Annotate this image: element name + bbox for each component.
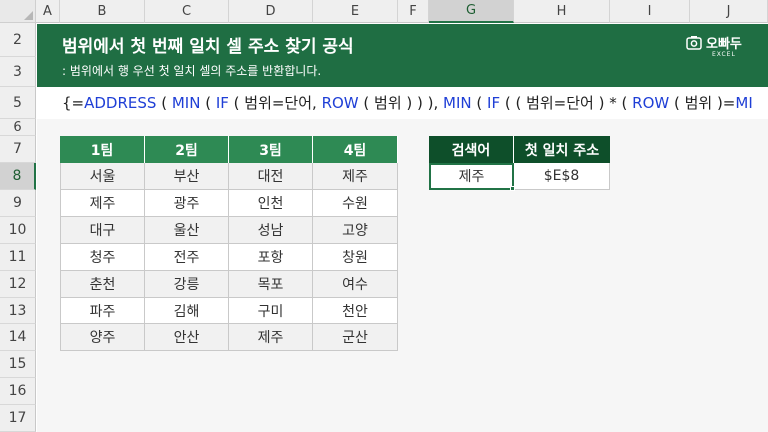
- first-match-address-cell[interactable]: $E$8: [514, 163, 610, 190]
- team-cell[interactable]: 안산: [145, 324, 229, 351]
- team-cell[interactable]: 전주: [145, 244, 229, 271]
- team-cell[interactable]: 포항: [229, 244, 313, 271]
- team-cell[interactable]: 창원: [313, 244, 398, 271]
- column-header-d[interactable]: D: [229, 0, 313, 23]
- team-cell[interactable]: 울산: [145, 217, 229, 244]
- banner-title: 범위에서 첫 번째 일치 셀 주소 찾기 공식: [62, 37, 354, 57]
- column-header-i[interactable]: I: [610, 0, 690, 23]
- team-header-2[interactable]: 2팀: [145, 136, 229, 163]
- banner-subtitle: : 범위에서 행 우선 첫 일치 셀의 주소를 반환합니다.: [62, 64, 322, 78]
- row-header-5[interactable]: 5: [0, 87, 36, 119]
- column-header-c[interactable]: C: [145, 0, 229, 23]
- search-term-header[interactable]: 검색어: [429, 136, 514, 163]
- brand-logo: 오빠두 EXCEL: [686, 33, 750, 63]
- row-header-6[interactable]: 6: [0, 119, 36, 136]
- column-header-a[interactable]: A: [36, 0, 60, 23]
- row-header-13[interactable]: 13: [0, 298, 36, 324]
- row-header-8[interactable]: 8: [0, 163, 36, 190]
- column-header-j[interactable]: J: [690, 0, 768, 23]
- column-header-f[interactable]: F: [398, 0, 429, 23]
- team-cell[interactable]: 천안: [313, 298, 398, 324]
- row-header-7[interactable]: 7: [0, 136, 36, 163]
- team-cell[interactable]: 대전: [229, 163, 313, 190]
- select-all-corner[interactable]: [0, 0, 36, 23]
- row-header-17[interactable]: 17: [0, 405, 36, 432]
- column-header-e[interactable]: E: [313, 0, 398, 23]
- team-cell[interactable]: 제주: [229, 324, 313, 351]
- team-header-3[interactable]: 3팀: [229, 136, 313, 163]
- fill-handle[interactable]: [510, 186, 515, 191]
- team-cell[interactable]: 제주: [313, 163, 398, 190]
- team-header-4[interactable]: 4팀: [313, 136, 398, 163]
- team-cell[interactable]: 구미: [229, 298, 313, 324]
- team-cell[interactable]: 청주: [60, 244, 145, 271]
- row-header-2[interactable]: 2: [0, 23, 36, 57]
- row-header-12[interactable]: 12: [0, 271, 36, 298]
- logo-subtext: EXCEL: [712, 51, 736, 58]
- team-cell[interactable]: 광주: [145, 190, 229, 217]
- logo-text: 오빠두: [706, 37, 742, 52]
- formula-text: {=ADDRESS ( MIN ( IF ( 범위=단어, ROW ( 범위 )…: [62, 94, 753, 112]
- row-header-9[interactable]: 9: [0, 190, 36, 217]
- row-header-10[interactable]: 10: [0, 217, 36, 244]
- row-header-11[interactable]: 11: [0, 244, 36, 271]
- team-cell[interactable]: 여수: [313, 271, 398, 298]
- search-term-cell[interactable]: 제주: [429, 163, 514, 190]
- team-cell[interactable]: 파주: [60, 298, 145, 324]
- team-cell[interactable]: 김해: [145, 298, 229, 324]
- first-match-address-header[interactable]: 첫 일치 주소: [514, 136, 610, 163]
- column-header-h[interactable]: H: [514, 0, 610, 23]
- team-cell[interactable]: 고양: [313, 217, 398, 244]
- team-cell[interactable]: 군산: [313, 324, 398, 351]
- team-cell[interactable]: 대구: [60, 217, 145, 244]
- row-header-3[interactable]: 3: [0, 57, 36, 87]
- team-cell[interactable]: 양주: [60, 324, 145, 351]
- team-cell[interactable]: 제주: [60, 190, 145, 217]
- team-cell[interactable]: 춘천: [60, 271, 145, 298]
- row-header-14[interactable]: 14: [0, 324, 36, 351]
- select-all-triangle-icon: [24, 11, 33, 20]
- team-cell[interactable]: 강릉: [145, 271, 229, 298]
- team-cell[interactable]: 부산: [145, 163, 229, 190]
- camera-logo-icon: [686, 36, 702, 50]
- team-cell[interactable]: 목포: [229, 271, 313, 298]
- team-cell[interactable]: 인천: [229, 190, 313, 217]
- team-cell[interactable]: 수원: [313, 190, 398, 217]
- team-header-1[interactable]: 1팀: [60, 136, 145, 163]
- team-cell[interactable]: 성남: [229, 217, 313, 244]
- column-header-b[interactable]: B: [60, 0, 145, 23]
- row-header-15[interactable]: 15: [0, 351, 36, 378]
- team-cell[interactable]: 서울: [60, 163, 145, 190]
- row-header-16[interactable]: 16: [0, 378, 36, 405]
- column-header-g[interactable]: G: [429, 0, 514, 23]
